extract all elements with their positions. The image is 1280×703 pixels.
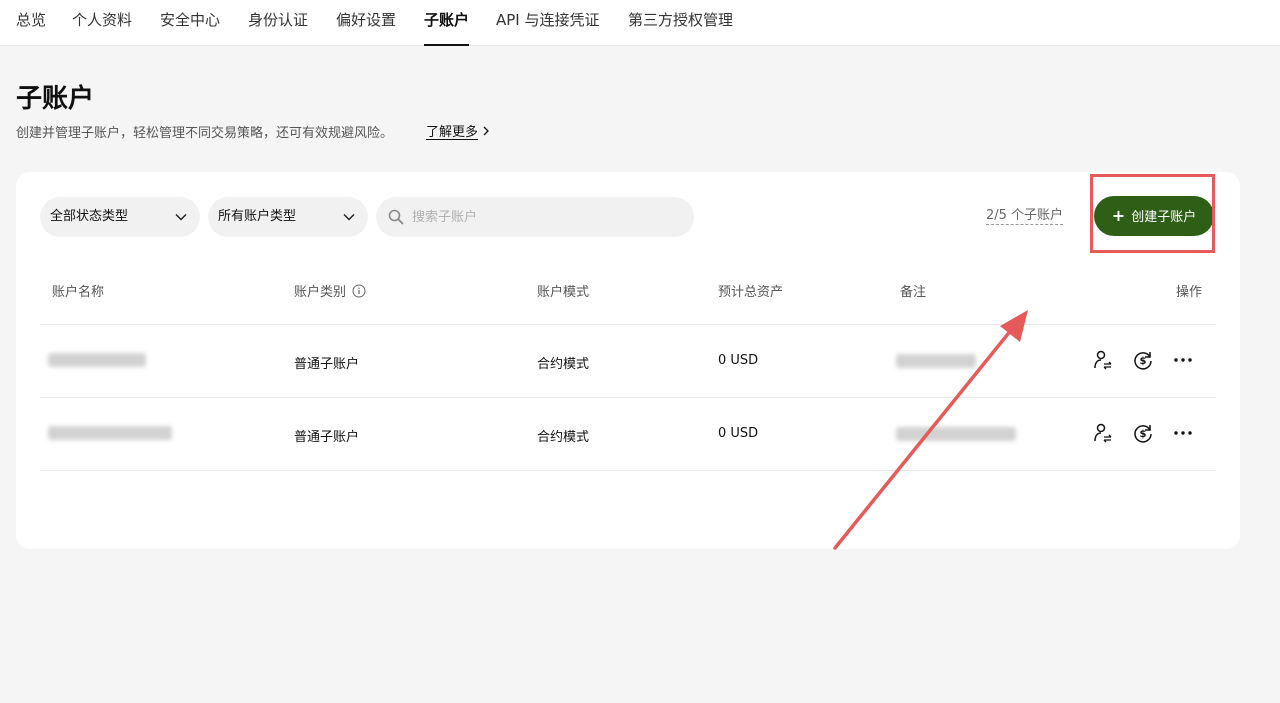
info-icon[interactable] (352, 284, 366, 298)
svg-text:$: $ (1140, 429, 1147, 440)
search-input[interactable] (412, 197, 682, 237)
chevron-right-icon (482, 125, 490, 140)
redacted-note (896, 427, 1016, 441)
tab-verification[interactable]: 身份认证 (248, 0, 308, 46)
column-header-mode: 账户模式 (537, 285, 590, 300)
learn-more-link[interactable]: 了解更多 (426, 121, 490, 140)
column-header-assets: 预计总资产 (718, 285, 784, 300)
account-type-select-value: 所有账户类型 (218, 209, 297, 224)
user-transfer-icon[interactable] (1092, 349, 1114, 371)
tab-preferences[interactable]: 偏好设置 (336, 0, 396, 46)
estimated-assets: 0 USD (718, 353, 759, 368)
page-description: 创建并管理子账户，轻松管理不同交易策略，还可有效规避风险。 (16, 126, 394, 141)
dollar-cycle-icon[interactable]: $ (1132, 422, 1154, 444)
tab-api[interactable]: API 与连接凭证 (496, 0, 600, 46)
tab-overview[interactable]: 总览 (16, 0, 46, 46)
account-mode: 合约模式 (537, 357, 590, 372)
column-header-name: 账户名称 (52, 285, 105, 300)
create-subaccount-label: 创建子账户 (1131, 210, 1197, 225)
more-icon[interactable] (1172, 422, 1194, 444)
chevron-down-icon (175, 213, 187, 221)
tab-subaccounts[interactable]: 子账户 (424, 0, 470, 46)
redacted-note (896, 354, 976, 368)
top-nav: 总览 个人资料 安全中心 身份认证 偏好设置 子账户 API 与连接凭证 第三方… (0, 0, 1280, 46)
redacted-account-name (48, 353, 146, 367)
column-header-category: 账户类别 (294, 281, 366, 300)
status-type-select-value: 全部状态类型 (50, 209, 129, 224)
account-category: 普通子账户 (294, 357, 360, 372)
table-divider (40, 324, 1216, 325)
estimated-assets: 0 USD (718, 426, 759, 441)
subaccount-card: 全部状态类型 所有账户类型 2/5 个子账户 +创建子账户 账户名称 账户类别 … (16, 172, 1240, 549)
redacted-account-name (48, 426, 172, 440)
account-category: 普通子账户 (294, 430, 360, 445)
plus-icon: + (1111, 206, 1126, 225)
column-header-note: 备注 (900, 285, 927, 300)
svg-text:$: $ (1140, 356, 1147, 367)
learn-more-label: 了解更多 (426, 125, 479, 140)
page-title: 子账户 (16, 84, 95, 114)
row-divider (40, 470, 1216, 471)
column-header-actions: 操作 (1176, 285, 1203, 300)
tab-profile[interactable]: 个人资料 (72, 0, 132, 46)
more-icon[interactable] (1172, 349, 1194, 371)
account-type-select[interactable]: 所有账户类型 (208, 197, 368, 237)
column-header-category-label: 账户类别 (294, 285, 347, 300)
account-mode: 合约模式 (537, 430, 590, 445)
row-divider (40, 397, 1216, 398)
chevron-down-icon (343, 213, 355, 221)
user-transfer-icon[interactable] (1092, 422, 1114, 444)
subaccount-count[interactable]: 2/5 个子账户 (986, 208, 1064, 225)
subaccount-search (376, 197, 694, 237)
create-subaccount-button[interactable]: + 创建子账户 (1094, 196, 1214, 236)
search-icon (388, 209, 404, 225)
tab-security[interactable]: 安全中心 (160, 0, 220, 46)
status-type-select[interactable]: 全部状态类型 (40, 197, 200, 237)
dollar-cycle-icon[interactable]: $ (1132, 349, 1154, 371)
tab-third-party-auth[interactable]: 第三方授权管理 (628, 0, 733, 46)
